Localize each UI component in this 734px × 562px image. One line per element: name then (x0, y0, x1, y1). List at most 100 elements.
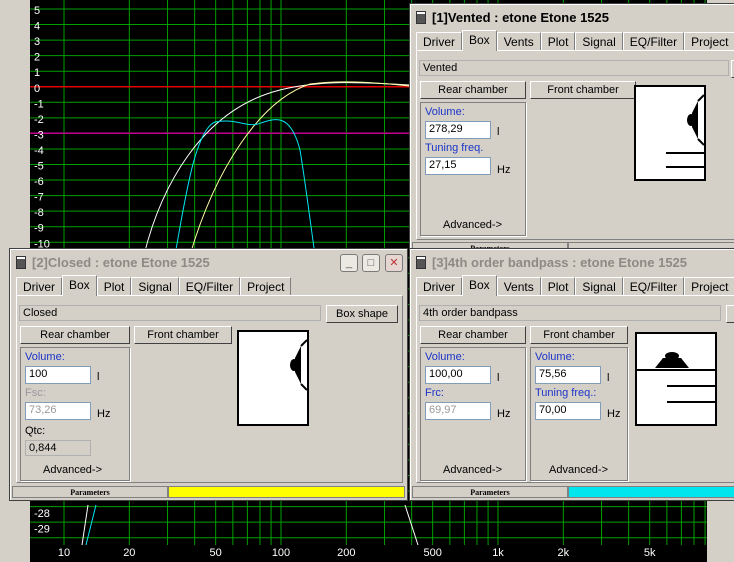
tab-eq-filter[interactable]: EQ/Filter (622, 32, 685, 50)
bandpass-box-panel: 4th order bandpass Rear chamber Front ch… (416, 295, 734, 483)
tuning-freq-unit: Hz (497, 164, 511, 176)
bandpass-window-title: [3]4th order bandpass : etone Etone 1525 (432, 254, 688, 270)
front-chamber-group: Volume: 75,56 l Tuning freq.: 70,00 Hz A… (530, 347, 628, 481)
tab-signal[interactable]: Signal (575, 277, 623, 295)
speaker-driver-icon (637, 352, 717, 403)
front-chamber-button[interactable]: Front chamber (530, 81, 636, 99)
tab-plot[interactable]: Plot (96, 277, 132, 295)
x-tick-label: 200 (337, 547, 355, 559)
speaker-driver-icon (666, 94, 705, 168)
minimize-icon[interactable]: _ (340, 254, 358, 272)
box-type-field: Closed (19, 305, 321, 321)
front-volume-label: Volume: (535, 351, 575, 363)
tab-driver[interactable]: Driver (416, 32, 462, 50)
box-type-field: Vented (419, 60, 729, 76)
curve-color-swatch (168, 486, 405, 498)
y-tick-label: 5 (34, 5, 40, 17)
front-tuning-freq-label: Tuning freq.: (535, 387, 597, 399)
vented-window[interactable]: [1]Vented : etone Etone 1525 Driver Box … (409, 3, 734, 257)
bandpass-box-diagram (635, 332, 717, 426)
front-volume-unit: l (607, 372, 610, 384)
tab-vents[interactable]: Vents (496, 277, 541, 295)
parameters-label: Parameters (412, 486, 568, 498)
volume-unit: l (497, 126, 500, 138)
vented-box-panel: Vented Rear chamber Front chamber Volume… (416, 50, 734, 240)
rear-advanced-button[interactable]: Advanced-> (443, 464, 502, 476)
parameters-label: Parameters (12, 486, 168, 498)
closed-box-panel: Closed Box shape Rear chamber Front cham… (16, 295, 403, 483)
close-icon[interactable]: ✕ (385, 254, 403, 272)
volume-input[interactable]: 100 (25, 366, 91, 384)
tab-project[interactable]: Project (240, 277, 292, 295)
tab-driver[interactable]: Driver (16, 277, 62, 295)
y-tick-label: -8 (34, 207, 44, 219)
front-tuning-freq-input[interactable]: 70,00 (535, 402, 601, 420)
tab-project[interactable]: Project (684, 32, 734, 50)
tuning-freq-input[interactable]: 27,15 (425, 157, 491, 175)
tab-project[interactable]: Project (684, 277, 734, 295)
tab-vents[interactable]: Vents (496, 32, 541, 50)
fsc-unit: Hz (97, 408, 111, 420)
y-tick-label: -28 (34, 508, 50, 520)
advanced-button[interactable]: Advanced-> (43, 464, 102, 476)
closed-window[interactable]: [2]Closed : etone Etone 1525 _ □ ✕ Drive… (9, 248, 408, 501)
y-tick-label: -29 (34, 524, 50, 536)
tab-box[interactable]: Box (462, 30, 497, 51)
tab-signal[interactable]: Signal (131, 277, 179, 295)
tab-box[interactable]: Box (462, 275, 497, 296)
y-tick-label: -4 (34, 145, 44, 157)
x-tick-label: 2k (558, 547, 570, 559)
front-tuning-freq-unit: Hz (607, 408, 621, 420)
rear-chamber-group: Volume: 278,29 l Tuning freq. 27,15 Hz A… (420, 102, 526, 236)
tab-eq-filter[interactable]: EQ/Filter (178, 277, 241, 295)
rear-volume-label: Volume: (425, 351, 465, 363)
advanced-button[interactable]: Advanced-> (443, 219, 502, 231)
front-volume-input[interactable]: 75,56 (535, 366, 601, 384)
qtc-value: 0,844 (25, 440, 91, 456)
window-menu-icon[interactable] (16, 255, 26, 269)
tab-driver[interactable]: Driver (416, 277, 462, 295)
vented-window-titlebar[interactable]: [1]Vented : etone Etone 1525 (412, 6, 734, 28)
tab-signal[interactable]: Signal (575, 32, 623, 50)
tab-eq-filter[interactable]: EQ/Filter (622, 277, 685, 295)
box-shape-button[interactable]: Box shape (326, 305, 398, 323)
tab-plot[interactable]: Plot (540, 277, 576, 295)
x-tick-label: 5k (644, 547, 656, 559)
fsc-input: 73,26 (25, 402, 91, 420)
bandpass-window-titlebar[interactable]: [3]4th order bandpass : etone Etone 1525 (412, 251, 734, 273)
rear-volume-input[interactable]: 100,00 (425, 366, 491, 384)
vented-box-diagram (634, 85, 706, 181)
x-tick-label: 100 (272, 547, 290, 559)
front-chamber-button[interactable]: Front chamber (134, 326, 232, 344)
maximize-icon[interactable]: □ (362, 254, 380, 272)
x-tick-label: 10 (58, 547, 70, 559)
closed-window-titlebar[interactable]: [2]Closed : etone Etone 1525 _ □ ✕ (12, 251, 405, 273)
x-tick-label: 50 (210, 547, 222, 559)
y-tick-label: 0 (34, 83, 40, 95)
volume-input[interactable]: 278,29 (425, 121, 491, 139)
frc-label: Frc: (425, 387, 444, 399)
y-tick-label: 4 (34, 21, 40, 33)
rear-chamber-button[interactable]: Rear chamber (420, 326, 526, 344)
front-chamber-button[interactable]: Front chamber (530, 326, 628, 344)
rear-chamber-button[interactable]: Rear chamber (20, 326, 130, 344)
tuning-freq-label: Tuning freq. (425, 142, 484, 154)
window-menu-icon[interactable] (416, 255, 426, 269)
rear-chamber-group: Volume: 100,00 l Frc: 69,97 Hz Advanced-… (420, 347, 526, 481)
frc-unit: Hz (497, 408, 511, 420)
bandpass-window[interactable]: [3]4th order bandpass : etone Etone 1525… (409, 248, 734, 501)
volume-label: Volume: (25, 351, 65, 363)
front-advanced-button[interactable]: Advanced-> (549, 464, 608, 476)
box-shape-button[interactable] (726, 305, 734, 323)
vented-window-title: [1]Vented : etone Etone 1525 (432, 9, 609, 25)
curve-color-swatch (568, 486, 734, 498)
rear-chamber-button[interactable]: Rear chamber (420, 81, 526, 99)
tab-box[interactable]: Box (62, 275, 97, 296)
frc-input: 69,97 (425, 402, 491, 420)
x-tick-label: 1k (492, 547, 504, 559)
y-tick-label: 1 (34, 67, 40, 79)
y-tick-label: -6 (34, 176, 44, 188)
y-tick-label: 2 (34, 52, 40, 64)
tab-plot[interactable]: Plot (540, 32, 576, 50)
window-menu-icon[interactable] (416, 10, 426, 24)
